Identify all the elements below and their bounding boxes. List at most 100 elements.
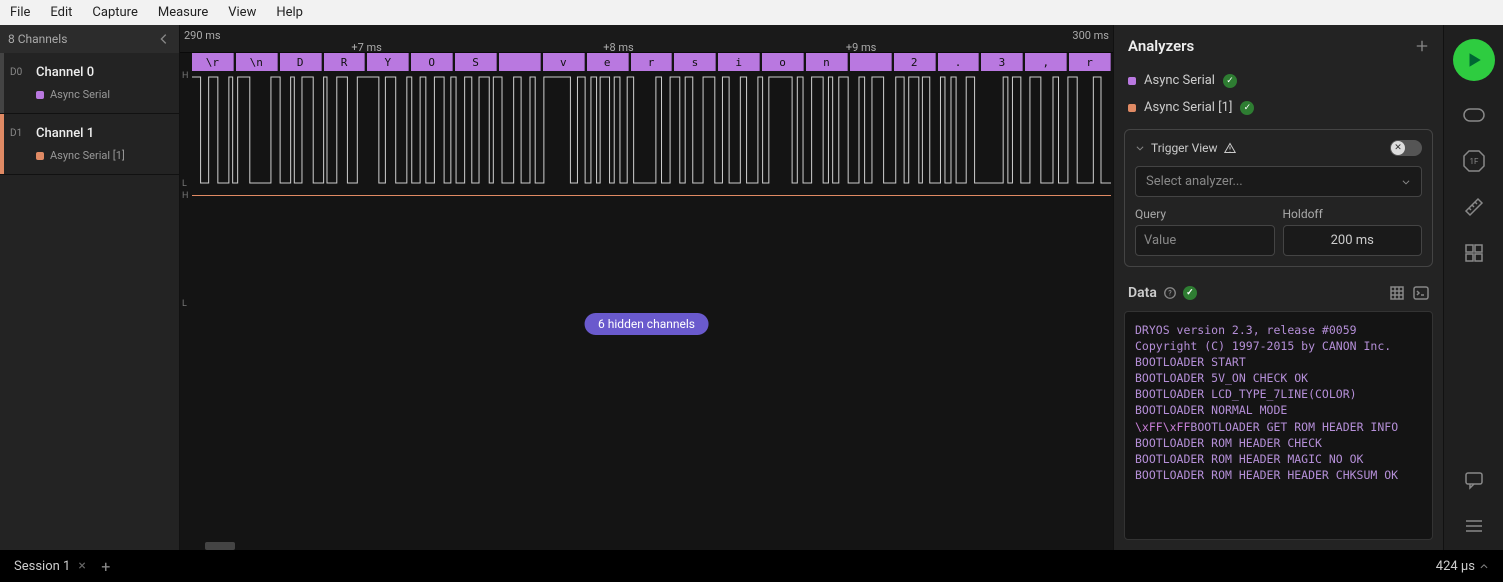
time-left-edge: 290 ms xyxy=(184,29,221,42)
waveform-area[interactable]: 290 ms 300 ms +7 ms +8 ms +9 ms \r\nDRYO… xyxy=(180,25,1113,550)
menu-icon[interactable] xyxy=(1462,514,1486,538)
analyzer-item-1[interactable]: Async Serial [1] ✓ xyxy=(1114,94,1443,121)
channels-sidebar: 8 Channels D0 Channel 0 Async Serial D1 … xyxy=(0,25,180,550)
extensions-icon[interactable] xyxy=(1462,241,1486,265)
decoded-char-cell: D xyxy=(280,53,322,71)
menu-file[interactable]: File xyxy=(10,5,30,20)
horizontal-scroll-thumb[interactable] xyxy=(205,542,235,550)
decoded-char-cell: \n xyxy=(236,53,278,71)
channel-1-signal: H L xyxy=(192,195,1111,305)
analyzer-item-0[interactable]: Async Serial ✓ xyxy=(1114,67,1443,94)
menu-capture[interactable]: Capture xyxy=(92,5,137,20)
data-title: Data xyxy=(1128,285,1157,301)
timing-readout: 424 µs xyxy=(1436,559,1475,574)
menu-help[interactable]: Help xyxy=(276,5,303,20)
data-terminal[interactable]: DRYOS version 2.3, release #0059Copyrigh… xyxy=(1124,311,1433,540)
channel-1-id: D1 xyxy=(10,128,22,139)
terminal-line: BOOTLOADER LCD_TYPE_7LINE(COLOR) xyxy=(1135,386,1422,402)
ruler-icon[interactable] xyxy=(1462,195,1486,219)
decoded-char-cell: n xyxy=(806,53,848,71)
chevron-down-icon[interactable] xyxy=(1135,143,1145,153)
decoded-char-cell: Y xyxy=(367,53,409,71)
check-icon: ✓ xyxy=(1183,286,1197,300)
analyzer-1-name: Async Serial [1] xyxy=(1144,100,1232,115)
collapse-sidebar-icon[interactable] xyxy=(157,32,171,46)
terminal-line: BOOTLOADER ROM HEADER CHECK xyxy=(1135,435,1422,451)
decoded-char-cell: s xyxy=(674,53,716,71)
terminal-line: DRYOS version 2.3, release #0059 xyxy=(1135,322,1422,338)
analyzer-0-color-icon xyxy=(1128,77,1136,85)
decoded-char-cell: . xyxy=(938,53,980,71)
help-icon[interactable]: ? xyxy=(1163,286,1177,300)
channels-header: 8 Channels xyxy=(0,25,179,53)
time-ruler[interactable]: 290 ms 300 ms +7 ms +8 ms +9 ms xyxy=(180,25,1113,53)
query-label: Query xyxy=(1135,207,1275,221)
analyzer-1-color-icon xyxy=(1128,104,1136,112)
chevron-up-icon[interactable] xyxy=(1479,561,1489,571)
check-icon: ✓ xyxy=(1240,101,1254,115)
start-capture-button[interactable] xyxy=(1453,39,1495,81)
decoded-char-cell: , xyxy=(1025,53,1067,71)
channel-0-signal: H L xyxy=(192,75,1111,185)
terminal-line: \xFF\xFFBOOTLOADER GET ROM HEADER INFO xyxy=(1135,419,1422,435)
trigger-view-box: Trigger View ✕ Select analyzer... Query … xyxy=(1124,129,1433,267)
table-view-icon[interactable] xyxy=(1389,285,1405,301)
decoded-char-cell xyxy=(850,53,892,71)
warning-icon xyxy=(1224,142,1236,154)
trigger-analyzer-select[interactable]: Select analyzer... xyxy=(1135,166,1422,197)
check-icon: ✓ xyxy=(1223,74,1237,88)
session-bar: Session 1 × + 424 µs xyxy=(0,550,1503,582)
menu-view[interactable]: View xyxy=(228,5,256,20)
trigger-view-title: Trigger View xyxy=(1151,141,1218,155)
decoded-char-cell: \r xyxy=(192,53,234,71)
device-icon[interactable] xyxy=(1462,103,1486,127)
hidden-channels-pill[interactable]: 6 hidden channels xyxy=(584,313,709,335)
channel-1-analyzer: Async Serial [1] xyxy=(50,149,125,162)
channel-0-name: Channel 0 xyxy=(36,65,169,80)
holdoff-label: Holdoff xyxy=(1283,207,1423,221)
channel-1-block[interactable]: D1 Channel 1 Async Serial [1] xyxy=(0,114,179,175)
time-right-edge: 300 ms xyxy=(1072,29,1109,42)
terminal-line: Copyright (C) 1997-2015 by CANON Inc. xyxy=(1135,338,1422,354)
decoded-char-cell: o xyxy=(762,53,804,71)
channel-1-analyzer-color-icon xyxy=(36,152,44,160)
decoded-char-cell: 3 xyxy=(981,53,1023,71)
add-analyzer-icon[interactable] xyxy=(1415,39,1429,53)
decoded-char-cell: r xyxy=(631,53,673,71)
query-input[interactable]: Value xyxy=(1135,225,1275,256)
decoded-char-cell: R xyxy=(324,53,366,71)
channel-0-analyzer: Async Serial xyxy=(50,88,110,101)
channel-0-analyzer-color-icon xyxy=(36,91,44,99)
terminal-line: BOOTLOADER ROM HEADER MAGIC NO OK xyxy=(1135,451,1422,467)
terminal-line: BOOTLOADER START xyxy=(1135,354,1422,370)
svg-text:1F: 1F xyxy=(1469,157,1478,166)
top-menu-bar: File Edit Capture Measure View Help xyxy=(0,0,1503,25)
decoded-char-cell: 2 xyxy=(894,53,936,71)
decoded-char-cell: r xyxy=(1069,53,1111,71)
analyzers-panel: Analyzers Async Serial ✓ Async Serial [1… xyxy=(1113,25,1443,550)
session-tab[interactable]: Session 1 × xyxy=(14,558,86,574)
analyzer-0-name: Async Serial xyxy=(1144,73,1215,88)
session-name: Session 1 xyxy=(14,559,70,574)
chat-icon[interactable] xyxy=(1462,468,1486,492)
terminal-view-icon[interactable] xyxy=(1413,285,1429,301)
channels-count: 8 Channels xyxy=(8,32,67,46)
terminal-line: BOOTLOADER NORMAL MODE xyxy=(1135,402,1422,418)
decoded-char-cell: i xyxy=(718,53,760,71)
svg-text:?: ? xyxy=(1168,290,1172,298)
menu-edit[interactable]: Edit xyxy=(50,5,72,20)
select-placeholder: Select analyzer... xyxy=(1146,174,1243,189)
menu-measure[interactable]: Measure xyxy=(158,5,208,20)
play-icon xyxy=(1465,51,1483,69)
close-session-icon[interactable]: × xyxy=(78,558,85,574)
new-session-button[interactable]: + xyxy=(96,556,116,576)
channel-0-block[interactable]: D0 Channel 0 Async Serial xyxy=(0,53,179,114)
decoded-char-cell: v xyxy=(543,53,585,71)
channel-1-name: Channel 1 xyxy=(36,126,169,141)
hex-1f-icon[interactable]: 1F xyxy=(1462,149,1486,173)
analyzers-title: Analyzers xyxy=(1128,37,1194,55)
channel-0-id: D0 xyxy=(10,67,22,78)
decoded-char-cell: S xyxy=(455,53,497,71)
trigger-toggle[interactable]: ✕ xyxy=(1390,140,1422,156)
holdoff-input[interactable]: 200 ms xyxy=(1283,225,1423,256)
